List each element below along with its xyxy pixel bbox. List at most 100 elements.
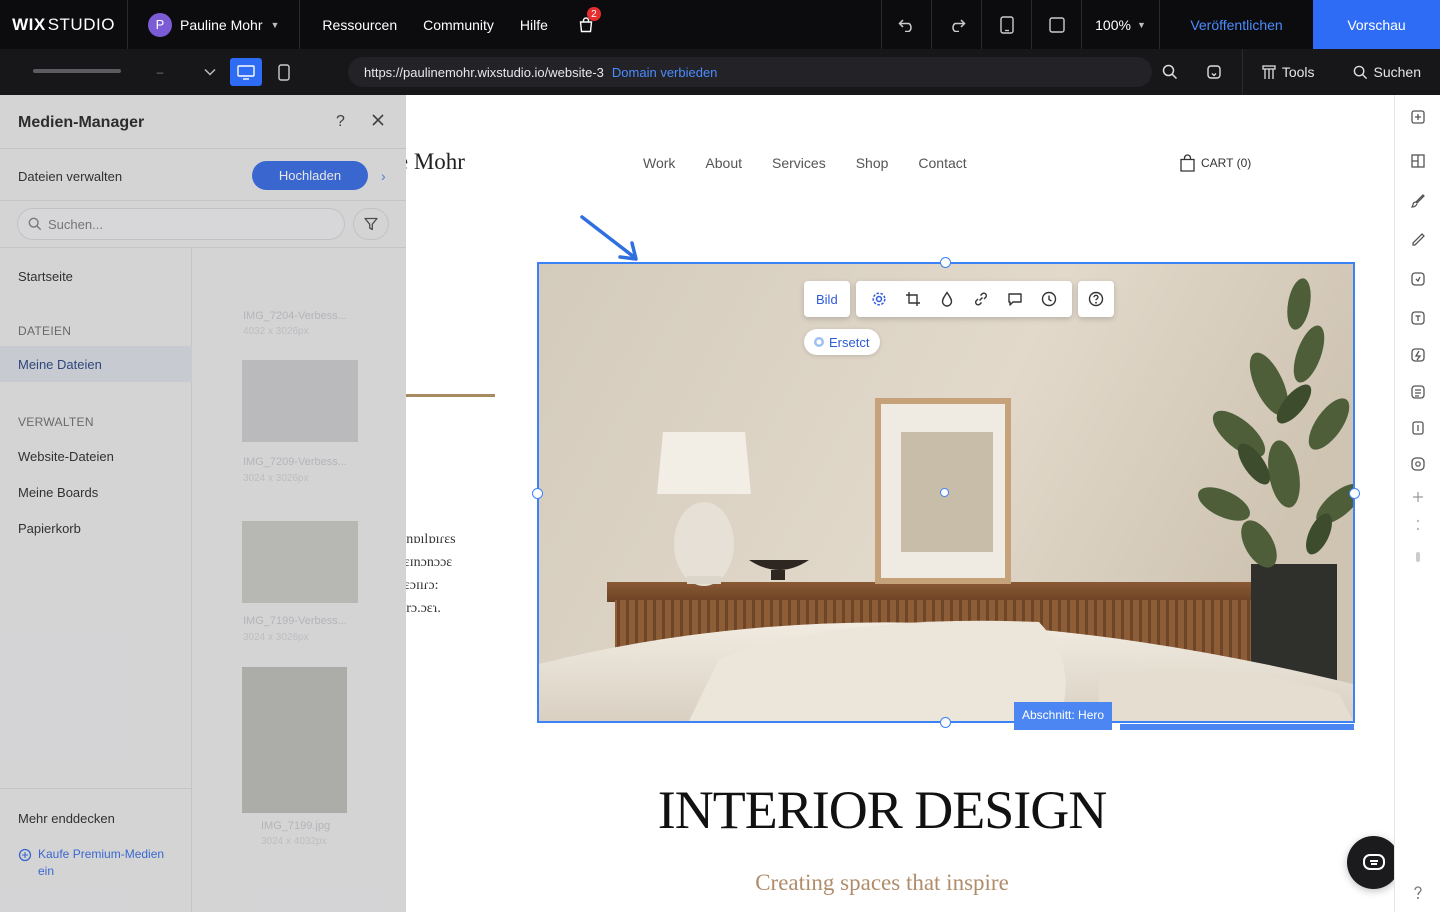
site-url-bar[interactable]: https://paulinemohr.wixstudio.io/website… [348,57,1152,87]
rail-data-button[interactable] [1408,382,1428,402]
sidebar-item-website-files[interactable]: Website-Dateien [18,449,114,464]
desktop-view-button[interactable] [1031,0,1081,49]
intro-text[interactable]: ɔnɒılɒıɾɛs ɪɛɪnɔnɔɔɛ ɪɛɔɪıɾɔ: ɔrɔ.ɔɛɿ. [400,528,456,620]
sidebar-item-startseite[interactable]: Startseite [18,269,73,284]
undo-button[interactable] [881,0,931,49]
animation-button[interactable] [1034,284,1064,314]
resize-handle-left[interactable] [532,488,543,499]
text-icon [1411,311,1425,325]
sidebar-item-trash[interactable]: Papierkorb [18,521,81,536]
chevron-right-icon[interactable]: › [381,168,386,184]
tools-icon [1262,64,1276,79]
rail-apps-button[interactable] [1408,454,1428,474]
refresh-button[interactable] [1192,49,1236,95]
desktop-breakpoint-button[interactable] [230,58,262,86]
site-nav-contact[interactable]: Contact [918,155,966,171]
desktop-icon [237,64,255,80]
mobile-breakpoint-button[interactable] [268,58,300,86]
tools-button[interactable]: Tools [1241,49,1334,95]
top-bar: WIX STUDIO P Pauline Mohr ▼ Ressourcen C… [0,0,1440,49]
account-menu[interactable]: P Pauline Mohr ▼ [128,0,301,49]
rail-design-button[interactable] [1408,191,1428,211]
notification-badge: 2 [586,7,601,21]
dots-icon [1416,519,1420,531]
sidebar-item-my-files[interactable]: Meine Dateien [0,346,192,382]
intro-text-line: ɪɛɪnɔnɔɔɛ [400,555,453,570]
site-nav-work[interactable]: Work [643,155,675,171]
zoom-search-button[interactable] [1148,49,1192,95]
mobile-view-button[interactable] [981,0,1031,49]
resize-handle-top[interactable] [940,257,951,268]
decorative-divider [395,394,495,397]
replaced-badge[interactable]: Ersetct [804,329,881,355]
thumbnail-dimensions: 4032 x 3026px [243,326,309,337]
upload-button[interactable]: Hochladen [252,161,368,190]
publish-button[interactable]: Veröffentlichen [1159,0,1313,49]
rail-help-button[interactable] [1408,883,1428,903]
add-element-icon [1411,110,1425,124]
media-search-input[interactable] [48,216,308,232]
element-type-label[interactable]: Bild [804,281,850,317]
site-nav-about[interactable]: About [705,155,742,171]
rail-extra-button[interactable] [1408,487,1428,507]
chat-button[interactable] [1347,836,1394,889]
nav-hilfe[interactable]: Hilfe [520,17,548,33]
nav-community[interactable]: Community [423,17,494,33]
settings-button[interactable] [864,284,894,314]
media-thumbnail[interactable] [242,360,358,442]
resize-handle-right[interactable] [1349,488,1360,499]
group-label-manage: VERWALTEN [18,415,94,429]
link-icon [974,292,987,306]
avatar: P [148,12,172,37]
filter-button[interactable] [932,284,962,314]
divider [0,788,192,789]
resize-handle-bottom[interactable] [940,717,951,728]
crop-button[interactable] [898,284,928,314]
thumbnail-dimensions: 3024 x 3026px [243,632,309,643]
rail-pen-button[interactable] [1408,230,1428,250]
connect-domain-link[interactable]: Domain verbieden [612,65,718,80]
cart-button[interactable]: CART (0) [1180,154,1251,172]
help-button[interactable]: ? [336,113,345,131]
second-bar-right: Tools Suchen [1148,49,1440,95]
rail-code-button[interactable] [1408,418,1428,438]
site-url: https://paulinemohr.wixstudio.io/website… [364,64,604,80]
page-name-blurred-icon [33,69,121,73]
media-search-box[interactable] [17,208,345,240]
link-button[interactable] [966,284,996,314]
rail-animation-button[interactable] [1408,269,1428,289]
search-button[interactable]: Suchen [1334,49,1440,95]
cart-label: CART (0) [1201,156,1252,170]
close-button[interactable] [371,113,385,132]
top-nav: Ressourcen Community Hilfe 2 [300,7,601,33]
redo-button[interactable] [931,0,981,49]
rail-add-button[interactable] [1408,107,1428,127]
preview-button[interactable]: Vorschau [1313,0,1440,49]
site-nav-shop[interactable]: Shop [856,155,889,171]
buy-premium-media-link[interactable]: Kaufe Premium-Medien ein [18,846,178,880]
nav-ressourcen[interactable]: Ressourcen [322,17,397,33]
pages-dropdown-button[interactable] [190,68,230,76]
page-selector[interactable] [0,66,130,78]
site-nav-services[interactable]: Services [772,155,826,171]
filter-button[interactable] [353,208,389,240]
wix-studio-logo[interactable]: WIX STUDIO [0,0,128,49]
media-thumbnail[interactable] [242,667,347,813]
comment-button[interactable] [1000,284,1030,314]
zoom-dropdown[interactable]: 100% ▼ [1081,0,1159,49]
close-icon [372,114,384,126]
rail-layout-button[interactable] [1408,151,1428,171]
notifications-button[interactable]: 2 [578,7,601,33]
right-tool-rail [1394,95,1440,912]
sidebar-item-my-boards[interactable]: Meine Boards [18,485,98,500]
rail-text-button[interactable] [1408,308,1428,328]
logo-wix: WIX [12,14,46,34]
section-indicator[interactable]: Abschnitt: Hero [1014,702,1354,730]
sparkle-icon [814,337,824,347]
media-thumbnail[interactable] [242,521,358,603]
rail-interactions-button[interactable] [1408,345,1428,365]
help-button[interactable] [1077,281,1114,317]
rail-mic-icon [1408,547,1428,567]
refresh-icon [1207,65,1221,79]
center-handle[interactable] [940,488,949,497]
